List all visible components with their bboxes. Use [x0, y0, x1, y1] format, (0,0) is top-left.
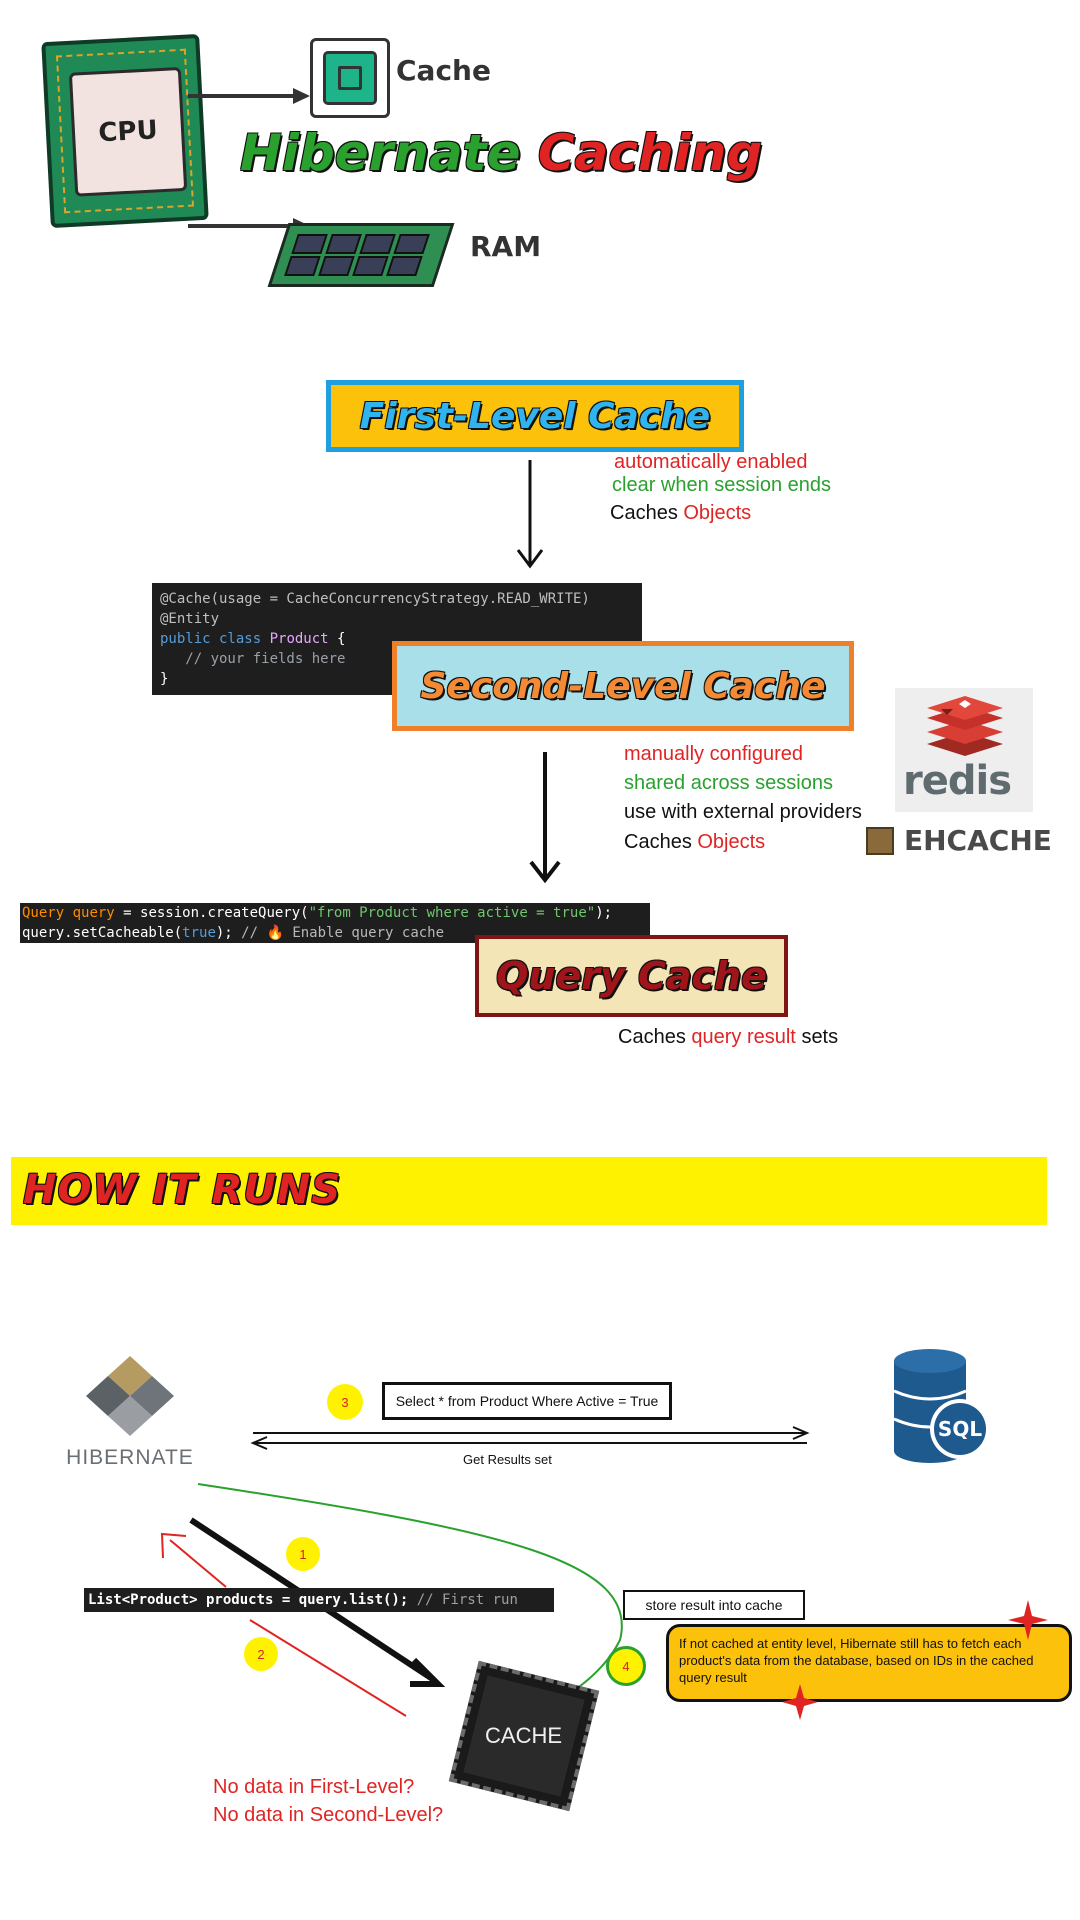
- how-it-runs-banner: HOW IT RUNS: [11, 1157, 1047, 1225]
- how-it-runs-title: HOW IT RUNS: [23, 1167, 342, 1213]
- ehcache-box-icon: [866, 826, 894, 855]
- cpu-chip-icon: CPU: [41, 33, 209, 229]
- sparkle-icon: [1008, 1600, 1048, 1640]
- second-level-note-shared: shared across sessions: [624, 772, 833, 794]
- ehcache-logo: EHCACHE: [866, 824, 1052, 857]
- list-query-code: List<Product> products = query.list(); /…: [84, 1588, 554, 1612]
- second-level-note-objects: Caches Objects: [624, 831, 766, 853]
- query-cache-note: Caches query result sets: [618, 1026, 839, 1048]
- database-cylinder-icon: [893, 1349, 990, 1463]
- first-level-cache-box: First-Level Cache: [326, 380, 744, 452]
- second-level-note-providers: use with external providers: [624, 801, 862, 823]
- hibernate-logo: HIBERNATE: [60, 1356, 200, 1476]
- ehcache-wordmark: EHCACHE: [904, 824, 1052, 857]
- redis-cube-icon: [927, 696, 1003, 756]
- first-level-note-auto: automatically enabled: [614, 451, 808, 473]
- first-level-cache-title: First-Level Cache: [359, 395, 711, 437]
- cache-chip: CACHE: [448, 1660, 600, 1812]
- request-response-arrows: [250, 1426, 810, 1450]
- select-query-box: Select * from Product Where Active = Tru…: [382, 1382, 672, 1420]
- step-1-marker: 1: [286, 1537, 320, 1571]
- title-word-hibernate: Hibernate: [240, 124, 521, 182]
- miss-first-level: No data in First-Level?: [213, 1776, 415, 1798]
- second-level-cache-title: Second-Level Cache: [420, 665, 826, 707]
- arrow-second-to-query: [529, 752, 561, 884]
- query-cache-box: Query Cache: [475, 935, 788, 1017]
- ram-label: RAM: [470, 230, 542, 263]
- sparkle-icon: [782, 1684, 818, 1720]
- ram-icon: [267, 223, 455, 287]
- hibernate-diamond-icon: [86, 1356, 174, 1436]
- sql-database-icon: SQL: [890, 1347, 1000, 1467]
- sql-label: SQL: [937, 1417, 983, 1441]
- redis-logo: redis: [895, 688, 1033, 812]
- cpu-label: CPU: [97, 115, 159, 149]
- hibernate-wordmark: HIBERNATE: [66, 1446, 194, 1469]
- cache-label: Cache: [396, 54, 491, 87]
- first-level-note-objects: Caches Objects: [610, 502, 752, 524]
- page-title: Hibernate Caching: [240, 124, 762, 182]
- query-cache-title: Query Cache: [496, 954, 767, 998]
- title-word-caching: Caching: [537, 124, 763, 182]
- second-level-cache-box: Second-Level Cache: [392, 641, 854, 731]
- step-3-marker: 3: [327, 1384, 363, 1420]
- step-4-marker: 4: [606, 1646, 646, 1686]
- arrow-first-to-second: [516, 460, 544, 569]
- redis-wordmark: redis: [903, 758, 1012, 804]
- cache-chip-label: CACHE: [485, 1722, 563, 1748]
- miss-second-level: No data in Second-Level?: [213, 1804, 444, 1826]
- first-level-note-clear: clear when session ends: [612, 474, 832, 496]
- step-2-marker: 2: [244, 1637, 278, 1671]
- second-level-note-manual: manually configured: [624, 743, 803, 765]
- get-results-label: Get Results set: [463, 1452, 552, 1467]
- cache-chip-icon: [310, 38, 390, 118]
- store-result-label: store result into cache: [623, 1590, 805, 1620]
